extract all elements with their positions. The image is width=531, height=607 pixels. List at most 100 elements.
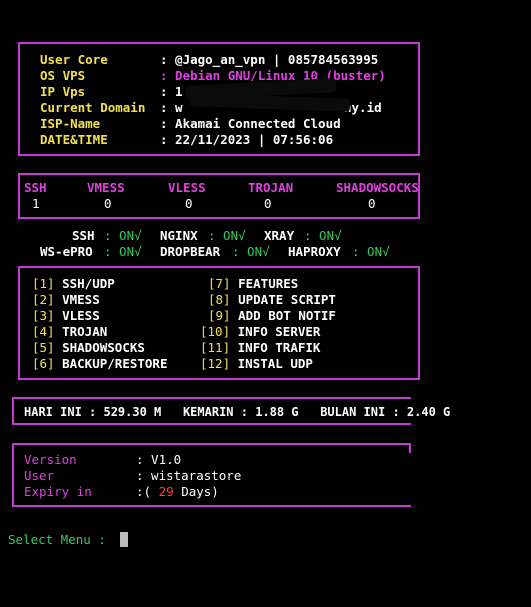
menu-item-label: BACKUP/RESTORE	[62, 356, 168, 371]
frame-left	[12, 397, 14, 425]
frame-right-stub	[409, 443, 411, 453]
ssh-service-status: : ON√	[104, 228, 142, 243]
menu-item-vless[interactable]: [3] VLESS	[32, 308, 100, 324]
menu-item-label: INFO TRAFIK	[237, 340, 321, 355]
menu-item-number: [11]	[200, 340, 231, 355]
dropbear-service-status: : ON√	[232, 244, 270, 259]
frame-right	[418, 266, 420, 380]
header-vmess: VMESS	[87, 180, 125, 195]
count-vless: 0	[185, 196, 193, 211]
menu-item-number: [3]	[32, 308, 55, 323]
menu-item-backup-restore[interactable]: [6] BACKUP/RESTORE	[32, 356, 167, 372]
menu-item-add-bot-notif[interactable]: [9] ADD BOT NOTIF	[208, 308, 336, 324]
menu-item-label: VMESS	[62, 292, 100, 307]
menu-item-number: [1]	[32, 276, 55, 291]
menu-item-trojan[interactable]: [4] TROJAN	[32, 324, 107, 340]
frame-bottom	[18, 217, 420, 219]
menu-item-features[interactable]: [7] FEATURES	[208, 276, 298, 292]
ip-label: IP Vps	[40, 84, 86, 99]
menu-item-label: UPDATE SCRIPT	[238, 292, 336, 307]
menu-item-number: [6]	[32, 356, 55, 371]
frame-top	[18, 42, 420, 44]
user-core-label: User Core	[40, 52, 108, 67]
isp-value: : Akamai Connected Cloud	[160, 116, 341, 131]
menu-item-label: TROJAN	[62, 324, 108, 339]
frame-top	[18, 266, 420, 268]
terminal-cursor[interactable]	[120, 532, 128, 547]
menu-item-instal-udp[interactable]: [12] INSTAL UDP	[200, 356, 313, 372]
datetime-value: : 22/11/2023 | 07:56:06	[160, 132, 334, 147]
menu-item-number: [10]	[200, 324, 231, 339]
frame-top	[12, 397, 411, 399]
frame-left	[12, 443, 14, 507]
menu-item-number: [12]	[200, 356, 231, 371]
domain-value-start: : w	[160, 100, 183, 115]
version-label: Version	[24, 452, 77, 467]
menu-item-label: FEATURES	[238, 276, 299, 291]
menu-item-info-trafik[interactable]: [11] INFO TRAFIK	[200, 340, 320, 356]
menu-item-number: [9]	[208, 308, 231, 323]
menu-item-ssh-udp[interactable]: [1] SSH/UDP	[32, 276, 115, 292]
menu-item-label: SSH/UDP	[62, 276, 115, 291]
haproxy-service-label: HAPROXY	[288, 244, 341, 259]
count-shadowsocks: 0	[368, 196, 376, 211]
isp-label: ISP-Name	[40, 116, 101, 131]
menu-item-number: [5]	[32, 340, 55, 355]
count-trojan: 0	[264, 196, 272, 211]
expiry-value: :( 29 Days)	[136, 484, 219, 500]
user-label: User	[24, 468, 55, 483]
frame-right	[418, 42, 420, 156]
nginx-service-label: NGINX	[160, 228, 198, 243]
ip-value: : 1	[160, 84, 183, 99]
bandwidth-usage: HARI INI : 529.30 M KEMARIN : 1.88 G BUL…	[24, 405, 451, 419]
header-trojan: TROJAN	[248, 180, 294, 195]
frame-bottom	[12, 423, 411, 425]
expiry-suffix: Days)	[181, 484, 219, 499]
menu-item-label: INFO SERVER	[237, 324, 321, 339]
frame-left	[18, 266, 20, 380]
count-ssh: 1	[32, 196, 40, 211]
user-value: : wistarastore	[136, 468, 242, 483]
nginx-service-status: : ON√	[208, 228, 246, 243]
frame-top	[18, 173, 420, 175]
frame-left	[18, 42, 20, 156]
menu-item-number: [8]	[208, 292, 231, 307]
domain-label: Current Domain	[40, 100, 146, 115]
redaction-mark	[189, 93, 351, 112]
menu-item-label: SHADOWSOCKS	[62, 340, 145, 355]
xray-service-status: : ON√	[304, 228, 342, 243]
expiry-days: 29	[158, 484, 174, 499]
user-core-value: : @Jago_an_vpn | 085784563995	[160, 52, 379, 67]
select-menu-prompt: Select Menu :	[8, 532, 106, 547]
header-shadowsocks: SHADOWSOCKS	[336, 180, 419, 195]
dropbear-service-label: DROPBEAR	[160, 244, 221, 259]
menu-item-number: [4]	[32, 324, 55, 339]
ssh-service-label: SSH	[72, 228, 95, 243]
wspro-service-status: : ON√	[104, 244, 142, 259]
expiry-prefix: :(	[136, 484, 152, 499]
frame-top	[12, 443, 411, 445]
os-label: OS VPS	[40, 68, 86, 83]
datetime-label: DATE&TIME	[40, 132, 108, 147]
frame-bottom	[18, 378, 420, 380]
xray-service-label: XRAY	[264, 228, 295, 243]
count-vmess: 0	[104, 196, 112, 211]
header-vless: VLESS	[168, 180, 206, 195]
frame-bottom	[18, 154, 420, 156]
wspro-service-label: WS-ePRO	[40, 244, 93, 259]
frame-bottom	[12, 505, 411, 507]
menu-item-number: [2]	[32, 292, 55, 307]
menu-item-vmess[interactable]: [2] VMESS	[32, 292, 100, 308]
menu-item-label: ADD BOT NOTIF	[238, 308, 336, 323]
frame-left	[18, 173, 20, 219]
menu-item-label: VLESS	[62, 308, 100, 323]
menu-item-number: [7]	[208, 276, 231, 291]
version-value: : V1.0	[136, 452, 182, 467]
menu-item-update-script[interactable]: [8] UPDATE SCRIPT	[208, 292, 336, 308]
expiry-label: Expiry in	[24, 484, 92, 499]
menu-item-label: INSTAL UDP	[237, 356, 313, 371]
menu-item-shadowsocks[interactable]: [5] SHADOWSOCKS	[32, 340, 145, 356]
header-ssh: SSH	[24, 180, 47, 195]
menu-item-info-server[interactable]: [10] INFO SERVER	[200, 324, 320, 340]
haproxy-service-status: : ON√	[352, 244, 390, 259]
